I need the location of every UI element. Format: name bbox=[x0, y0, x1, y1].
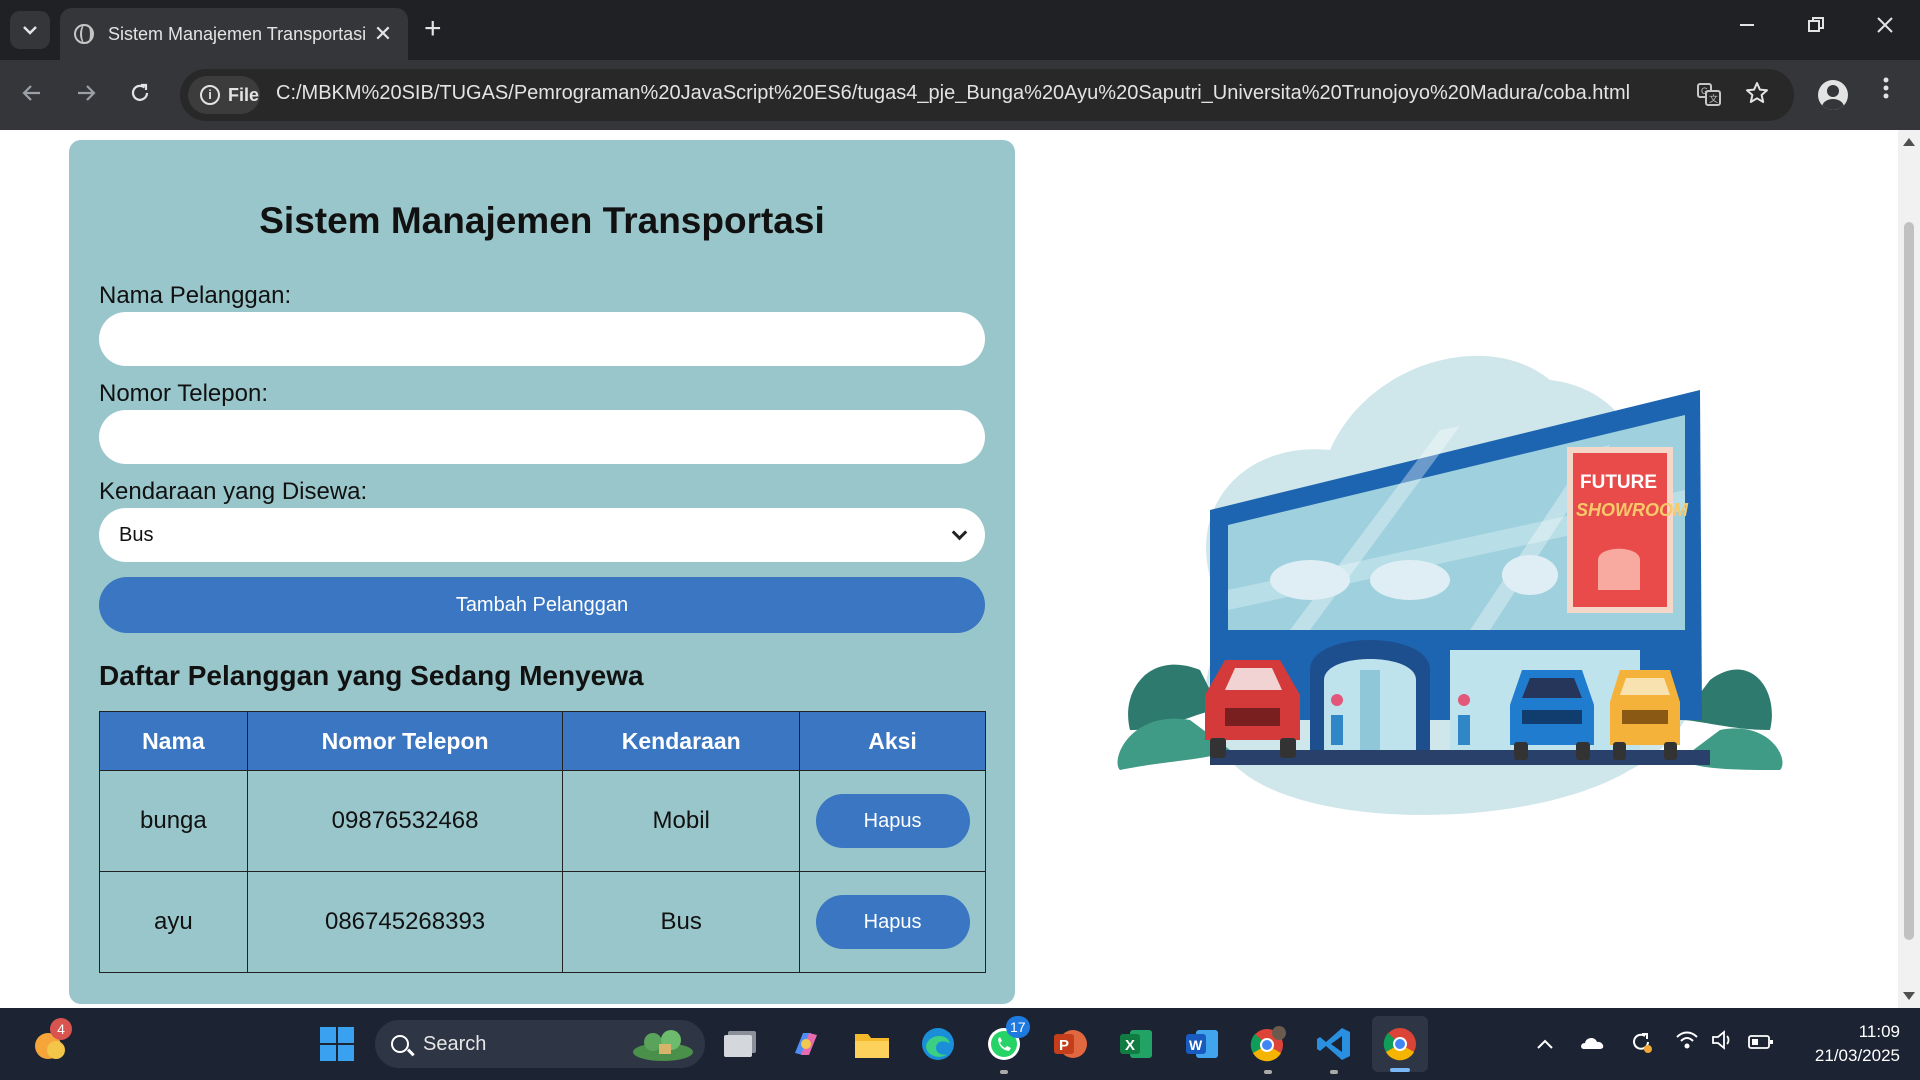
file-explorer-icon[interactable] bbox=[850, 1022, 894, 1066]
info-icon: i bbox=[200, 85, 220, 105]
task-view-icon[interactable] bbox=[718, 1022, 762, 1066]
clock-date: 21/03/2025 bbox=[1814, 1046, 1900, 1065]
minimize-icon[interactable] bbox=[1732, 14, 1762, 40]
vehicle-label: Kendaraan yang Disewa: bbox=[99, 478, 368, 505]
sign-line1: FUTURE bbox=[1580, 472, 1657, 493]
name-label: Nama Pelanggan: bbox=[99, 282, 292, 309]
search-icon bbox=[391, 1035, 409, 1053]
column-header-kendaraan: Kendaraan bbox=[562, 711, 801, 771]
table-row: ayu 086745268393 Bus Hapus bbox=[99, 871, 986, 973]
chrome-profile-icon[interactable] bbox=[1246, 1022, 1290, 1074]
cell-aksi: Hapus bbox=[799, 770, 986, 872]
close-icon[interactable] bbox=[1870, 14, 1900, 40]
excel-icon[interactable]: X bbox=[1114, 1022, 1158, 1066]
start-icon[interactable] bbox=[315, 1022, 359, 1066]
wifi-icon[interactable] bbox=[1672, 1030, 1702, 1056]
sign-line2: SHOWROOM bbox=[1576, 500, 1689, 520]
svg-text:X: X bbox=[1125, 1037, 1135, 1054]
powerpoint-icon[interactable]: P bbox=[1048, 1022, 1092, 1066]
cell-nama: ayu bbox=[99, 871, 248, 973]
search-highlight-icon bbox=[633, 1030, 693, 1061]
onedrive-icon[interactable] bbox=[1578, 1030, 1608, 1056]
active-indicator bbox=[1390, 1068, 1410, 1072]
chevron-up-icon[interactable] bbox=[1530, 1030, 1560, 1056]
showroom-illustration: FUTURE SHOWROOM bbox=[1117, 355, 1783, 815]
vehicle-select[interactable]: Bus bbox=[99, 508, 985, 562]
phone-input[interactable] bbox=[99, 410, 985, 464]
svg-text:G: G bbox=[1701, 86, 1708, 96]
chevron-down-icon bbox=[951, 524, 968, 540]
chrome-icon[interactable] bbox=[1372, 1016, 1428, 1072]
table-header-row: Nama Nomor Telepon Kendaraan Aksi bbox=[99, 711, 986, 771]
customer-table: Nama Nomor Telepon Kendaraan Aksi bunga … bbox=[99, 711, 986, 973]
back-icon[interactable] bbox=[14, 78, 50, 114]
taskbar: 4 Search 17 P X W 11:09 21/03/2025 bbox=[0, 1008, 1920, 1080]
edge-icon[interactable] bbox=[916, 1022, 960, 1066]
translate-icon[interactable]: G文 bbox=[1694, 81, 1724, 114]
running-indicator bbox=[1330, 1070, 1338, 1074]
page-title: Sistem Manajemen Transportasi bbox=[259, 200, 825, 241]
cell-aksi: Hapus bbox=[799, 871, 986, 973]
browser-titlebar: Sistem Manajemen Transportasi ✕ + bbox=[0, 0, 1920, 60]
cell-nama: bunga bbox=[99, 770, 248, 872]
address-bar[interactable]: i File C:/MBKM%20SIB/TUGAS/Pemrograman%2… bbox=[180, 69, 1794, 121]
column-header-aksi: Aksi bbox=[799, 711, 986, 771]
taskbar-search[interactable]: Search bbox=[375, 1020, 705, 1068]
sync-icon[interactable] bbox=[1626, 1030, 1656, 1060]
vscode-icon[interactable] bbox=[1312, 1022, 1356, 1074]
reload-icon[interactable] bbox=[122, 78, 158, 114]
copilot-icon[interactable] bbox=[784, 1022, 828, 1066]
name-input[interactable] bbox=[99, 312, 985, 366]
phone-label: Nomor Telepon: bbox=[99, 380, 268, 407]
delete-button[interactable]: Hapus bbox=[815, 895, 970, 949]
table-row: bunga 09876532468 Mobil Hapus bbox=[99, 770, 986, 872]
cell-kendaraan: Mobil bbox=[562, 770, 801, 872]
restore-icon[interactable] bbox=[1801, 14, 1831, 40]
add-customer-button[interactable]: Tambah Pelanggan bbox=[99, 577, 985, 633]
scroll-up-icon[interactable] bbox=[1903, 138, 1915, 146]
customer-list-heading: Daftar Pelanggan yang Sedang Menyewa bbox=[99, 660, 644, 691]
clock-time: 11:09 bbox=[1858, 1022, 1900, 1041]
profile-icon[interactable] bbox=[1818, 80, 1848, 110]
menu-icon[interactable] bbox=[1872, 76, 1900, 107]
cell-telepon: 086745268393 bbox=[246, 871, 564, 973]
tab-title: Sistem Manajemen Transportasi bbox=[108, 23, 367, 44]
cell-kendaraan: Bus bbox=[562, 871, 801, 973]
delete-button[interactable]: Hapus bbox=[815, 794, 970, 848]
globe-icon bbox=[74, 24, 94, 44]
page-scrollbar[interactable] bbox=[1898, 130, 1920, 1008]
svg-text:P: P bbox=[1059, 1037, 1069, 1054]
scheme-label: File bbox=[228, 84, 260, 105]
tab-close-icon[interactable]: ✕ bbox=[372, 21, 394, 47]
url-text[interactable]: C:/MBKM%20SIB/TUGAS/Pemrograman%20JavaSc… bbox=[276, 82, 1630, 105]
form-card: Sistem Manajemen Transportasi Nama Pelan… bbox=[69, 140, 1015, 1004]
weather-badge: 4 bbox=[50, 1018, 72, 1040]
running-indicator bbox=[1000, 1070, 1008, 1074]
whatsapp-icon[interactable]: 17 bbox=[982, 1016, 1030, 1074]
widgets-icon[interactable]: 4 bbox=[28, 1018, 72, 1066]
new-tab-button[interactable]: + bbox=[424, 14, 442, 44]
vehicle-selected-value: Bus bbox=[119, 523, 154, 546]
system-clock[interactable]: 11:09 21/03/2025 bbox=[1790, 1020, 1900, 1068]
svg-text:文: 文 bbox=[1709, 93, 1718, 104]
word-icon[interactable]: W bbox=[1180, 1022, 1224, 1066]
tab-active[interactable]: Sistem Manajemen Transportasi ✕ bbox=[60, 8, 408, 60]
column-header-nama: Nama bbox=[99, 711, 248, 771]
scroll-down-icon[interactable] bbox=[1903, 992, 1915, 1000]
bookmark-star-icon[interactable] bbox=[1742, 81, 1772, 112]
scroll-thumb[interactable] bbox=[1904, 222, 1914, 940]
search-label: Search bbox=[423, 1032, 487, 1055]
cell-telepon: 09876532468 bbox=[246, 770, 564, 872]
running-indicator bbox=[1264, 1070, 1272, 1074]
battery-icon[interactable] bbox=[1746, 1030, 1776, 1056]
volume-icon[interactable] bbox=[1708, 1030, 1738, 1056]
tab-search-icon[interactable] bbox=[10, 11, 50, 49]
svg-text:W: W bbox=[1189, 1037, 1203, 1053]
browser-toolbar: i File C:/MBKM%20SIB/TUGAS/Pemrograman%2… bbox=[0, 60, 1920, 130]
column-header-telepon: Nomor Telepon bbox=[246, 711, 564, 771]
whatsapp-badge: 17 bbox=[1006, 1016, 1030, 1038]
page-viewport: Sistem Manajemen Transportasi Nama Pelan… bbox=[0, 130, 1898, 1008]
forward-icon[interactable] bbox=[68, 78, 104, 114]
